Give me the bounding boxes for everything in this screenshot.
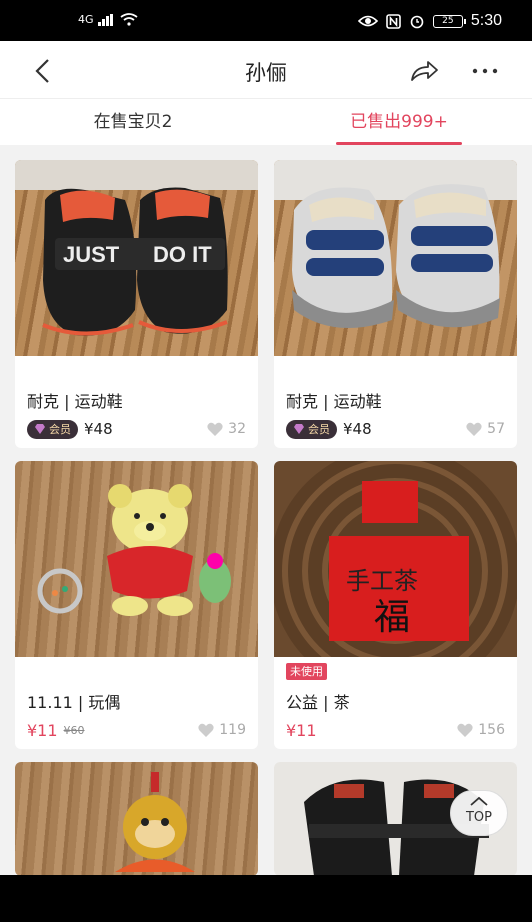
clock: 5:30 — [470, 12, 502, 29]
back-arrow-icon — [35, 59, 49, 83]
nav-bar: 孙俪 — [0, 41, 532, 99]
chevron-up-icon — [470, 796, 488, 806]
more-button[interactable] — [470, 56, 502, 86]
diamond-icon — [35, 424, 45, 434]
network-label: 4G — [78, 13, 94, 26]
tab-label: 在售宝贝2 — [93, 112, 173, 132]
page-title: 孙俪 — [245, 61, 287, 85]
product-title: 耐克 | 运动鞋 — [286, 392, 382, 411]
product-image — [15, 461, 258, 657]
product-image: JUST DO IT — [15, 160, 258, 356]
likes-count: 57 — [487, 421, 505, 437]
heart-icon — [466, 422, 482, 436]
eye-icon — [357, 15, 378, 27]
likes-count: 119 — [219, 722, 246, 738]
product-card[interactable]: 手工茶 福 未使用 公益 | 茶 ¥11 156 — [274, 461, 517, 749]
alarm-icon — [410, 15, 424, 29]
price: ¥48 — [84, 420, 113, 438]
vip-badge: 会员 — [27, 419, 78, 439]
nfc-icon — [386, 13, 401, 29]
heart-icon — [457, 723, 473, 737]
back-button[interactable] — [28, 56, 58, 86]
vip-badge: 会员 — [286, 419, 337, 439]
likes-count: 156 — [478, 722, 505, 738]
top-label: TOP — [465, 810, 492, 825]
signal-icon — [97, 13, 113, 26]
status-bar: 4G 25 5:30 — [0, 0, 532, 41]
tab-on-sale[interactable]: 在售宝贝2 — [0, 99, 266, 145]
condition-tag: 未使用 — [286, 663, 327, 680]
product-card[interactable]: 11.11 | 玩偶 ¥11 ¥60 119 — [15, 461, 258, 749]
product-title: 11.11 | 玩偶 — [27, 693, 121, 712]
price: ¥48 — [343, 420, 372, 438]
likes-count: 32 — [228, 421, 246, 437]
product-grid: JUST DO IT 耐克 | 运动鞋 会员 ¥48 32 耐克 | 运动鞋 会… — [15, 160, 517, 876]
heart-icon — [207, 422, 223, 436]
likes[interactable]: 119 — [198, 722, 246, 738]
wifi-icon — [119, 13, 138, 26]
svg-text:JUST: JUST — [63, 242, 120, 267]
diamond-icon — [294, 424, 304, 434]
original-price: ¥60 — [63, 723, 85, 737]
heart-icon — [198, 723, 214, 737]
system-nav-bar — [0, 875, 532, 922]
share-icon — [411, 61, 438, 81]
svg-text:福: 福 — [374, 597, 410, 638]
active-tab-indicator — [336, 142, 462, 145]
price: ¥11 — [286, 720, 317, 740]
tab-bar: 在售宝贝2 已售出999+ — [0, 99, 532, 145]
product-card[interactable]: 耐克 | 运动鞋 会员 ¥48 57 — [274, 160, 517, 448]
likes[interactable]: 156 — [457, 722, 505, 738]
battery-icon: 25 — [432, 14, 466, 28]
product-title: 耐克 | 运动鞋 — [27, 392, 123, 411]
more-icon — [472, 68, 498, 74]
share-button[interactable] — [408, 56, 440, 86]
product-title: 公益 | 茶 — [286, 693, 350, 712]
product-image: 手工茶 福 — [274, 461, 517, 657]
product-image — [274, 160, 517, 356]
svg-text:DO IT: DO IT — [153, 242, 212, 267]
likes[interactable]: 32 — [207, 421, 246, 437]
tab-label: 已售出999+ — [350, 112, 448, 132]
product-card[interactable]: JUST DO IT 耐克 | 运动鞋 会员 ¥48 32 — [15, 160, 258, 448]
likes[interactable]: 57 — [466, 421, 505, 437]
svg-text:手工茶: 手工茶 — [346, 567, 418, 595]
back-to-top-button[interactable]: TOP — [450, 790, 508, 836]
tab-sold[interactable]: 已售出999+ — [266, 99, 532, 145]
product-card[interactable] — [15, 762, 258, 876]
product-image — [15, 762, 258, 876]
price: ¥11 — [27, 720, 58, 740]
